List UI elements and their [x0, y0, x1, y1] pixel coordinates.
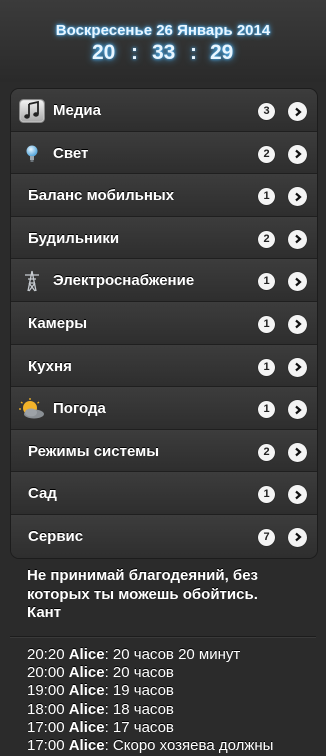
menu-item-garden[interactable]: Сад 1 — [11, 472, 317, 515]
chevron-right-icon[interactable] — [288, 229, 307, 249]
log-entry: 20:00 Alice: 20 часов — [27, 664, 323, 682]
count-badge: 3 — [258, 103, 275, 120]
log-entry: 17:00 Alice: Скоро хозяева должны — [27, 737, 323, 755]
date-label: Воскресенье 26 Январь 2014 — [55, 22, 271, 39]
chevron-right-icon[interactable] — [288, 102, 307, 121]
chevron-right-icon[interactable] — [288, 187, 307, 207]
menu-item-system-modes[interactable]: Режимы системы 2 — [11, 429, 317, 473]
menu-item-power[interactable]: Электроснабжение 1 — [11, 259, 317, 302]
log-time: 20:20 — [27, 646, 65, 663]
chevron-right-icon[interactable] — [288, 314, 307, 334]
menu-list: Медиа 3 Свет 2 Баланс мобильных 1 Будиль… — [10, 88, 318, 559]
menu-item-mobile-balance[interactable]: Баланс мобильных 1 — [11, 174, 317, 217]
count-badge: 7 — [258, 528, 275, 546]
menu-item-label: Сад — [28, 485, 57, 503]
menu-item-media[interactable]: Медиа 3 — [11, 89, 317, 132]
menu-item-alarms[interactable]: Будильники 2 — [11, 216, 317, 260]
log-time: 17:00 — [27, 737, 65, 755]
count-badge: 2 — [258, 145, 275, 163]
power-pylon-icon — [19, 269, 45, 293]
count-badge: 1 — [258, 315, 275, 333]
log-message: : 19 часов — [104, 682, 174, 700]
log-author: Alice — [68, 718, 105, 736]
light-bulb-icon — [19, 142, 45, 166]
menu-item-label: Баланс мобильных — [28, 187, 175, 205]
clock-separator: : — [131, 41, 138, 64]
log-author: Alice — [68, 646, 105, 663]
log-time: 18:00 — [27, 700, 65, 718]
chevron-right-icon[interactable] — [288, 272, 307, 292]
chevron-right-icon[interactable] — [288, 442, 307, 462]
chevron-right-icon[interactable] — [288, 357, 307, 377]
menu-item-kitchen[interactable]: Кухня 1 — [11, 344, 317, 388]
menu-item-label: Электроснабжение — [53, 272, 195, 290]
log-message: : 18 часов — [104, 700, 174, 718]
count-badge: 1 — [258, 486, 275, 504]
message-log: 20:20 Alice: 20 часов 20 минут 20:00 Ali… — [27, 646, 323, 755]
weather-sun-cloud-icon — [19, 397, 45, 421]
log-author: Alice — [68, 737, 105, 755]
log-entry: 18:00 Alice: 18 часов — [27, 701, 323, 719]
log-time: 17:00 — [27, 718, 65, 736]
menu-item-service[interactable]: Сервис 7 — [11, 514, 317, 558]
log-author: Alice — [68, 682, 105, 700]
quote-of-the-day: Не принимай благодеяний, без которых ты … — [27, 567, 312, 623]
menu-item-label: Камеры — [28, 314, 88, 332]
chevron-right-icon[interactable] — [288, 527, 307, 547]
count-badge: 1 — [258, 188, 275, 206]
menu-item-label: Режимы системы — [28, 442, 160, 460]
log-entry: 17:00 Alice: 17 часов — [27, 719, 323, 737]
divider — [10, 636, 316, 638]
menu-item-label: Свет — [53, 144, 89, 162]
log-time: 19:00 — [27, 682, 65, 700]
clock-minutes: 33 — [152, 41, 176, 64]
log-entry: 19:00 Alice: 19 часов — [27, 682, 323, 700]
menu-item-label: Погода — [53, 400, 106, 418]
clock-seconds: 29 — [210, 41, 234, 64]
count-badge: 1 — [258, 401, 275, 419]
log-message: : 17 часов — [104, 718, 174, 736]
menu-item-cameras[interactable]: Камеры 1 — [11, 301, 317, 345]
clock-separator: : — [190, 41, 197, 64]
chevron-right-icon[interactable] — [288, 144, 307, 164]
menu-item-weather[interactable]: Погода 1 — [11, 387, 317, 430]
clock-hours: 20 — [92, 41, 116, 64]
chevron-right-icon[interactable] — [288, 485, 307, 505]
menu-item-label: Кухня — [28, 357, 72, 375]
count-badge: 2 — [258, 443, 275, 461]
chevron-right-icon[interactable] — [288, 400, 307, 420]
log-entry: 20:20 Alice: 20 часов 20 минут — [27, 646, 323, 664]
log-time: 20:00 — [27, 664, 65, 682]
count-badge: 1 — [258, 358, 275, 376]
quote-author: Кант — [27, 604, 62, 621]
quote-text: Не принимай благодеяний, без которых ты … — [27, 567, 258, 603]
log-message: : 20 часов — [104, 664, 174, 682]
header: Воскресенье 26 Январь 2014 20 : 33 : 29 — [0, 0, 326, 82]
menu-item-label: Сервис — [28, 527, 84, 545]
log-author: Alice — [68, 664, 105, 682]
log-author: Alice — [68, 700, 105, 718]
log-message: : Скоро хозяева должны — [104, 737, 274, 755]
log-message: : 20 часов 20 минут — [104, 646, 241, 663]
clock: 20 : 33 : 29 — [0, 41, 326, 65]
count-badge: 2 — [258, 230, 275, 248]
music-note-icon — [19, 99, 45, 123]
menu-item-light[interactable]: Свет 2 — [11, 131, 317, 175]
menu-item-label: Медиа — [53, 102, 101, 119]
count-badge: 1 — [258, 273, 275, 291]
menu-item-label: Будильники — [28, 229, 120, 247]
